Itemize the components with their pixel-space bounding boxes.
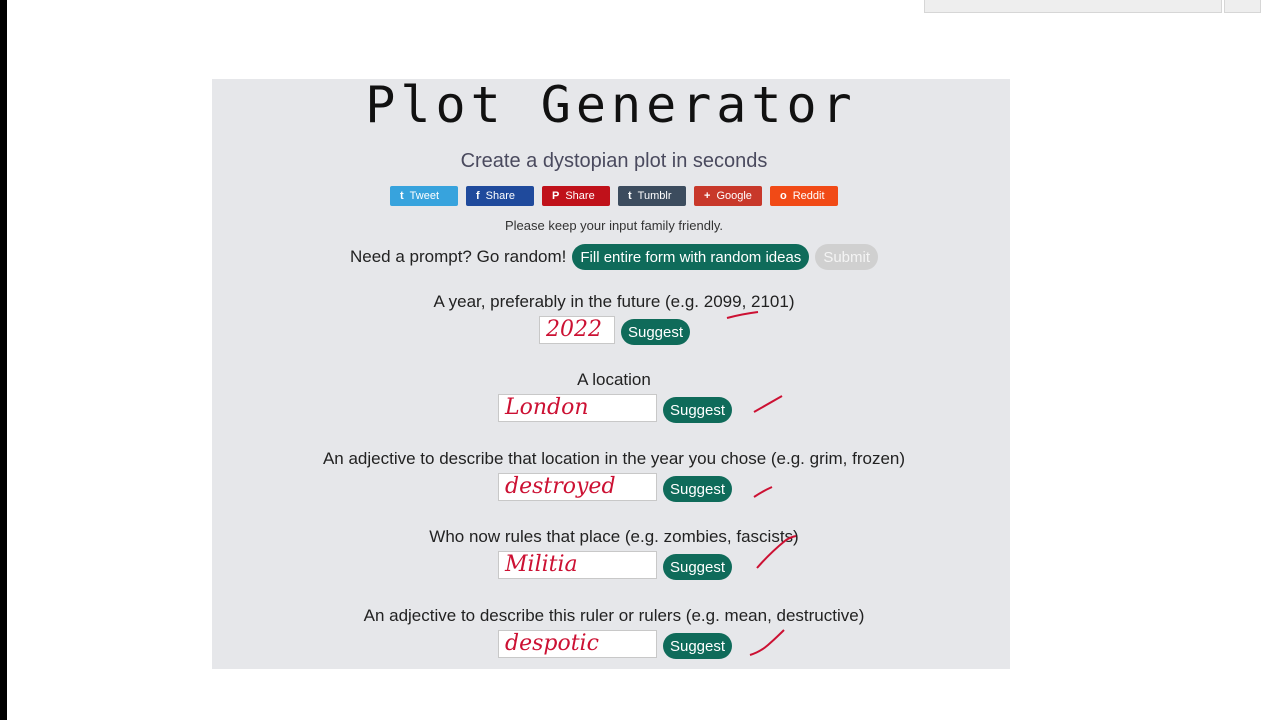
year-suggest-button[interactable]: Suggest [621, 319, 690, 345]
ruler-adjective-suggest-button[interactable]: Suggest [663, 633, 732, 659]
ruler-adjective-input[interactable]: despotic [498, 630, 657, 658]
ruler-label: Who now rules that place (e.g. zombies, … [429, 527, 799, 546]
google-label: Google [716, 190, 752, 202]
tumblr-icon: t [628, 190, 632, 202]
tumblr-button[interactable]: t Tumblr [618, 186, 686, 206]
ruler-suggest-button[interactable]: Suggest [663, 554, 732, 580]
pinterest-share-label: Share [565, 190, 595, 202]
location-input[interactable]: London [498, 394, 657, 422]
google-button[interactable]: + Google [694, 186, 762, 206]
location-adjective-suggest-button[interactable]: Suggest [663, 476, 732, 502]
location-label: A location [577, 370, 651, 389]
ruler-input[interactable]: Militia [498, 551, 657, 579]
location-adjective-input[interactable]: destroyed [498, 473, 657, 501]
family-friendly-note: Please keep your input family friendly. [505, 218, 723, 233]
page-title: Plot Generator [365, 76, 857, 134]
page-subtitle: Create a dystopian plot in seconds [460, 150, 768, 172]
tweet-button[interactable]: t Tweet [390, 186, 458, 206]
year-input[interactable]: 2022 [539, 316, 615, 344]
browser-tab-button[interactable] [1224, 0, 1261, 13]
share-buttons: t Tweet f Share P Share t Tumblr + Googl… [0, 186, 1228, 206]
facebook-share-button[interactable]: f Share [466, 186, 534, 206]
reddit-label: Reddit [792, 190, 825, 202]
location-adjective-label: An adjective to describe that location i… [322, 449, 906, 468]
twitter-icon: t [400, 190, 404, 202]
fill-random-button[interactable]: Fill entire form with random ideas [572, 244, 810, 270]
browser-tab[interactable] [924, 0, 1222, 13]
facebook-icon: f [476, 190, 480, 202]
reddit-icon: o [780, 190, 787, 202]
tumblr-label: Tumblr [637, 190, 672, 202]
random-prompt-row: Need a prompt? Go random! Fill entire fo… [0, 244, 1228, 270]
ruler-adjective-label: An adjective to describe this ruler or r… [363, 606, 865, 625]
facebook-share-label: Share [485, 190, 516, 202]
submit-button[interactable]: Submit [815, 244, 878, 270]
google-plus-icon: + [704, 190, 711, 202]
year-label: A year, preferably in the future (e.g. 2… [433, 292, 795, 311]
random-prompt-text: Need a prompt? Go random! [349, 247, 567, 266]
reddit-button[interactable]: o Reddit [770, 186, 838, 206]
tweet-label: Tweet [409, 190, 440, 202]
pinterest-share-button[interactable]: P Share [542, 186, 610, 206]
location-suggest-button[interactable]: Suggest [663, 397, 732, 423]
pinterest-icon: P [552, 190, 560, 202]
